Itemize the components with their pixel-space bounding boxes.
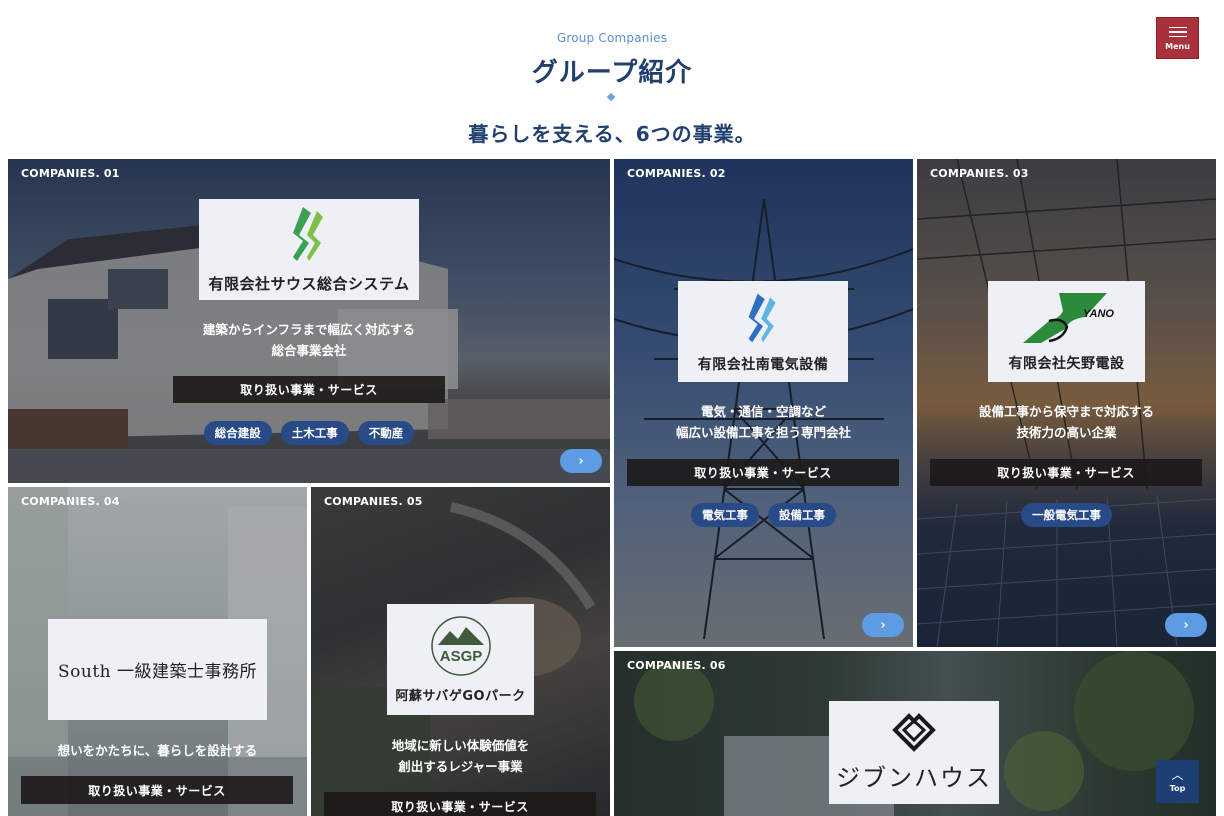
- services-label: 取り扱い事業・サービス: [21, 776, 293, 804]
- asgp-mountain-logo-icon: ASGP: [430, 616, 491, 676]
- section-eyebrow: Group Companies: [556, 31, 668, 45]
- company-logo: ASGP 阿蘇サバゲGOパーク: [387, 604, 534, 715]
- top-label: Top: [1169, 784, 1186, 793]
- service-tags: 総合建設 土木工事 不動産: [8, 421, 610, 445]
- service-tag[interactable]: 不動産: [357, 421, 415, 445]
- back-to-top-button[interactable]: ︿ Top: [1156, 760, 1199, 803]
- services-label: 取り扱い事業・サービス: [324, 792, 596, 816]
- services-label: 取り扱い事業・サービス: [930, 459, 1202, 486]
- company-card-03[interactable]: COMPANIES. 03 YANO 有限会社矢野電設 設備工事から保守まで対応…: [917, 159, 1216, 647]
- services-label: 取り扱い事業・サービス: [627, 459, 899, 486]
- company-card-04[interactable]: COMPANIES. 04 South 一級建築士事務所 想いをかたちに、暮らし…: [8, 487, 307, 816]
- company-card-05[interactable]: COMPANIES. 05 ASGP 阿蘇サバゲGOパーク 地域に新しい体験価値…: [311, 487, 610, 816]
- service-tag[interactable]: 一般電気工事: [1021, 503, 1112, 527]
- company-logo: 有限会社サウス総合システム: [199, 199, 419, 300]
- company-name: 有限会社南電気設備: [697, 356, 829, 373]
- desc-line: 建築からインフラまで幅広く対応する: [202, 322, 416, 337]
- service-tag[interactable]: 電気工事: [691, 503, 759, 527]
- chevron-up-icon: ︿: [1171, 768, 1184, 782]
- company-number: COMPANIES. 06: [627, 659, 726, 672]
- south-blue-leaf-logo-icon: [748, 293, 776, 342]
- chevron-right-icon[interactable]: ›: [560, 449, 602, 473]
- company-name: 有限会社サウス総合システム: [208, 275, 410, 293]
- yano-logo-text: YANO: [1083, 308, 1114, 320]
- company-number: COMPANIES. 04: [21, 495, 120, 508]
- south-green-leaf-logo-icon: [293, 207, 323, 261]
- company-name: 有限会社矢野電設: [1008, 355, 1125, 372]
- page-title: グループ紹介: [531, 58, 693, 88]
- menu-label: Menu: [1165, 41, 1190, 51]
- desc-line: 想いをかたちに、暮らしを設計する: [57, 743, 258, 758]
- desc-line: 創出するレジャー事業: [398, 759, 523, 774]
- company-card-06[interactable]: COMPANIES. 06 ジブンハウス: [614, 651, 1216, 816]
- desc-line: 電気・通信・空調など: [700, 404, 826, 419]
- company-name: South 一級建築士事務所: [57, 662, 257, 682]
- service-tags: 電気工事 設備工事: [614, 503, 913, 527]
- service-tag[interactable]: 総合建設: [203, 421, 272, 445]
- yano-logo-icon: YANO: [1022, 292, 1114, 343]
- desc-line: 設備工事から保守まで対応する: [978, 404, 1154, 419]
- service-tag[interactable]: 設備工事: [768, 503, 836, 527]
- chevron-right-icon[interactable]: ›: [1165, 613, 1207, 637]
- asgp-logo-text: ASGP: [439, 648, 482, 665]
- desc-line: 幅広い設備工事を担う専門会社: [675, 425, 851, 440]
- company-logo: South 一級建築士事務所: [48, 619, 267, 720]
- company-logo: 有限会社南電気設備: [678, 281, 848, 382]
- hamburger-icon-line: [1168, 35, 1187, 38]
- service-tag[interactable]: 土木工事: [280, 421, 349, 445]
- diamond-divider-icon: [606, 92, 616, 102]
- hamburger-icon-line: [1168, 31, 1187, 33]
- menu-button[interactable]: Menu: [1156, 17, 1199, 59]
- chevron-right-icon[interactable]: ›: [862, 613, 904, 637]
- jibun-house-diamond-logo-icon: [892, 713, 936, 752]
- section-subtitle: 暮らしを支える、6つの事業。: [468, 122, 756, 146]
- company-description: 地域に新しい体験価値を 創出するレジャー事業: [311, 735, 610, 777]
- desc-line: 総合事業会社: [271, 343, 347, 358]
- company-name: ジブンハウス: [836, 764, 992, 792]
- company-number: COMPANIES. 05: [324, 495, 423, 508]
- desc-line: 技術力の高い企業: [1016, 425, 1117, 440]
- company-description: 想いをかたちに、暮らしを設計する: [8, 740, 307, 761]
- company-description: 電気・通信・空調など 幅広い設備工事を担う専門会社: [614, 401, 913, 443]
- section-header: Group Companies グループ紹介 暮らしを支える、6つの事業。: [0, 0, 1224, 159]
- company-description: 建築からインフラまで幅広く対応する 総合事業会社: [8, 319, 610, 361]
- hamburger-icon: [1168, 26, 1187, 29]
- company-number: COMPANIES. 01: [21, 167, 120, 180]
- company-number: COMPANIES. 02: [627, 167, 726, 180]
- service-tags: 一般電気工事: [917, 503, 1216, 527]
- services-label: 取り扱い事業・サービス: [173, 376, 445, 403]
- desc-line: 地域に新しい体験価値を: [391, 738, 530, 753]
- company-description: 設備工事から保守まで対応する 技術力の高い企業: [917, 401, 1216, 443]
- company-card-02[interactable]: COMPANIES. 02 有限会社南電気設備 電気・通信・空調など 幅広い設備…: [614, 159, 913, 647]
- company-card-01[interactable]: COMPANIES. 01 有限会社サウス総合システム 建築からインフラまで幅広…: [8, 159, 610, 483]
- company-name: 阿蘇サバゲGOパーク: [395, 689, 526, 704]
- company-logo: YANO 有限会社矢野電設: [988, 281, 1145, 382]
- company-logo: ジブンハウス: [829, 701, 999, 804]
- company-number: COMPANIES. 03: [930, 167, 1029, 180]
